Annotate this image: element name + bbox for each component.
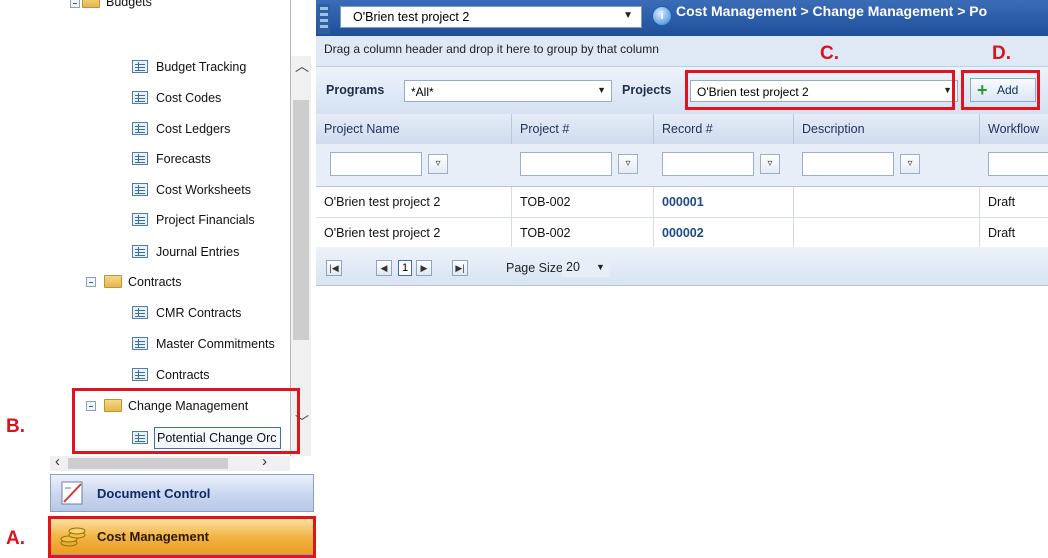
document-icon bbox=[132, 213, 148, 226]
filter-icon[interactable]: ▿ bbox=[900, 154, 920, 174]
cell-workflow: Draft bbox=[988, 195, 1016, 209]
column-header-description[interactable]: Description bbox=[794, 114, 980, 144]
programs-label: Programs bbox=[326, 83, 385, 97]
document-icon bbox=[132, 152, 148, 165]
cell-project-name: O'Brien test project 2 bbox=[316, 218, 512, 248]
cell-project-name: O'Brien test project 2 bbox=[316, 187, 512, 217]
navigation-panel: Budgets Budget Tracking Cost Codes Cost … bbox=[50, 0, 314, 558]
document-icon bbox=[132, 306, 148, 319]
dropdown-arrow-icon[interactable]: ▼ bbox=[596, 262, 605, 272]
projects-label: Projects bbox=[622, 83, 672, 97]
chevron-left-icon[interactable]: ‹ bbox=[55, 453, 60, 470]
tree-item-label: CMR Contracts bbox=[156, 306, 242, 320]
dropdown-arrow-icon[interactable]: ▼ bbox=[623, 10, 633, 21]
breadcrumb: Cost Management > Change Management > Po bbox=[676, 3, 988, 19]
group-by-hint: Drag a column header and drop it here to… bbox=[324, 42, 659, 56]
document-icon bbox=[132, 183, 148, 196]
cell-project-number: TOB-002 bbox=[512, 218, 654, 248]
filter-input-project-name[interactable] bbox=[330, 152, 422, 176]
tree-item-label: Forecasts bbox=[156, 152, 211, 166]
document-icon bbox=[132, 91, 148, 104]
document-icon bbox=[132, 368, 148, 381]
annotation-box-a bbox=[48, 516, 316, 558]
filter-icon[interactable]: ▿ bbox=[428, 154, 448, 174]
scroll-thumb[interactable] bbox=[293, 100, 309, 340]
cell-record-number-link[interactable]: 000001 bbox=[654, 187, 794, 217]
filter-input-project-number[interactable] bbox=[520, 152, 612, 176]
tree-item-label: Budget Tracking bbox=[156, 60, 247, 74]
annotation-box-b bbox=[72, 388, 300, 454]
tree-item-label: Contracts bbox=[128, 275, 182, 289]
tree-item-label: Cost Worksheets bbox=[156, 183, 251, 197]
column-header-project-number[interactable]: Project # bbox=[512, 114, 654, 144]
tree-horizontal-scrollbar[interactable]: ‹ › bbox=[50, 453, 290, 471]
filter-input-record-number[interactable] bbox=[662, 152, 754, 176]
nav-label: Document Control bbox=[97, 486, 211, 501]
annotation-box-d bbox=[961, 70, 1040, 110]
filter-icon[interactable]: ▿ bbox=[618, 154, 638, 174]
cell-description bbox=[794, 187, 980, 217]
document-icon bbox=[132, 337, 148, 350]
collapse-icon[interactable] bbox=[86, 277, 96, 287]
table-row[interactable]: O'Brien test project 2 TOB-002 000002 Dr… bbox=[316, 218, 1048, 249]
annotation-box-c bbox=[685, 70, 955, 110]
tree-item-label: Contracts bbox=[156, 368, 210, 382]
chevron-up-icon[interactable]: ︿ bbox=[295, 56, 309, 76]
tree-item-label: Budgets bbox=[106, 0, 152, 9]
nav-document-control[interactable]: Document Control bbox=[50, 474, 314, 512]
table-row[interactable]: O'Brien test project 2 TOB-002 000001 Dr… bbox=[316, 187, 1048, 218]
tree-item-label: Cost Codes bbox=[156, 91, 222, 105]
tree-item-label: Cost Ledgers bbox=[156, 122, 231, 136]
info-icon[interactable]: i bbox=[652, 6, 672, 26]
document-icon bbox=[132, 60, 148, 73]
filter-icon[interactable]: ▿ bbox=[760, 154, 780, 174]
document-control-icon bbox=[61, 481, 83, 505]
column-header-workflow[interactable]: Workflow bbox=[980, 114, 1048, 144]
grid-filter-row: ▿ ▿ ▿ ▿ bbox=[316, 144, 1048, 187]
first-page-icon[interactable]: |◀ bbox=[326, 260, 342, 276]
group-by-bar[interactable]: Drag a column header and drop it here to… bbox=[316, 36, 1048, 67]
programs-select[interactable]: *All* ▼ bbox=[404, 80, 612, 102]
filter-input-workflow[interactable] bbox=[988, 152, 1048, 176]
annotation-label-c: C. bbox=[820, 43, 839, 64]
page-size-label: Page Size bbox=[506, 261, 563, 275]
next-page-icon[interactable]: ▶ bbox=[416, 260, 432, 276]
column-header-project-name[interactable]: Project Name bbox=[316, 114, 512, 144]
filter-input-description[interactable] bbox=[802, 152, 894, 176]
cell-record-number-link[interactable]: 000002 bbox=[654, 218, 794, 248]
grid-header: Project Name Project # Record # Descript… bbox=[316, 114, 1048, 145]
collapse-icon[interactable] bbox=[70, 0, 80, 8]
cell-workflow: Draft bbox=[988, 226, 1016, 240]
cell-project-number: TOB-002 bbox=[512, 187, 654, 217]
page-size-select[interactable]: 20 ▼ bbox=[562, 259, 610, 277]
folder-icon bbox=[104, 275, 122, 288]
grid-menu-icon[interactable] bbox=[318, 4, 330, 34]
pager: |◀ ◀ 1 ▶ ▶| Page Size 20 ▼ bbox=[316, 247, 1048, 286]
document-icon bbox=[132, 122, 148, 135]
current-page[interactable]: 1 bbox=[398, 260, 412, 276]
column-header-record-number[interactable]: Record # bbox=[654, 114, 794, 144]
tree-item-label: Master Commitments bbox=[156, 337, 275, 351]
annotation-label-d: D. bbox=[992, 43, 1011, 64]
folder-icon bbox=[82, 0, 100, 8]
scroll-thumb[interactable] bbox=[68, 458, 228, 469]
page-size-value: 20 bbox=[566, 260, 580, 274]
tree-item-label: Project Financials bbox=[156, 213, 255, 227]
tree-item-label: Journal Entries bbox=[156, 245, 240, 259]
programs-select-value: *All* bbox=[411, 85, 434, 99]
project-selector[interactable]: O'Brien test project 2 ▼ bbox=[340, 6, 642, 28]
project-selector-value: O'Brien test project 2 bbox=[353, 10, 470, 24]
chevron-right-icon[interactable]: › bbox=[262, 453, 267, 470]
annotation-label-b: B. bbox=[6, 416, 25, 437]
module-toolbar: O'Brien test project 2 ▼ i Cost Manageme… bbox=[316, 0, 1048, 36]
last-page-icon[interactable]: ▶| bbox=[452, 260, 468, 276]
previous-page-icon[interactable]: ◀ bbox=[376, 260, 392, 276]
annotation-label-a: A. bbox=[6, 528, 25, 549]
cell-description bbox=[794, 218, 980, 248]
dropdown-arrow-icon[interactable]: ▼ bbox=[597, 85, 606, 95]
document-icon bbox=[132, 245, 148, 258]
